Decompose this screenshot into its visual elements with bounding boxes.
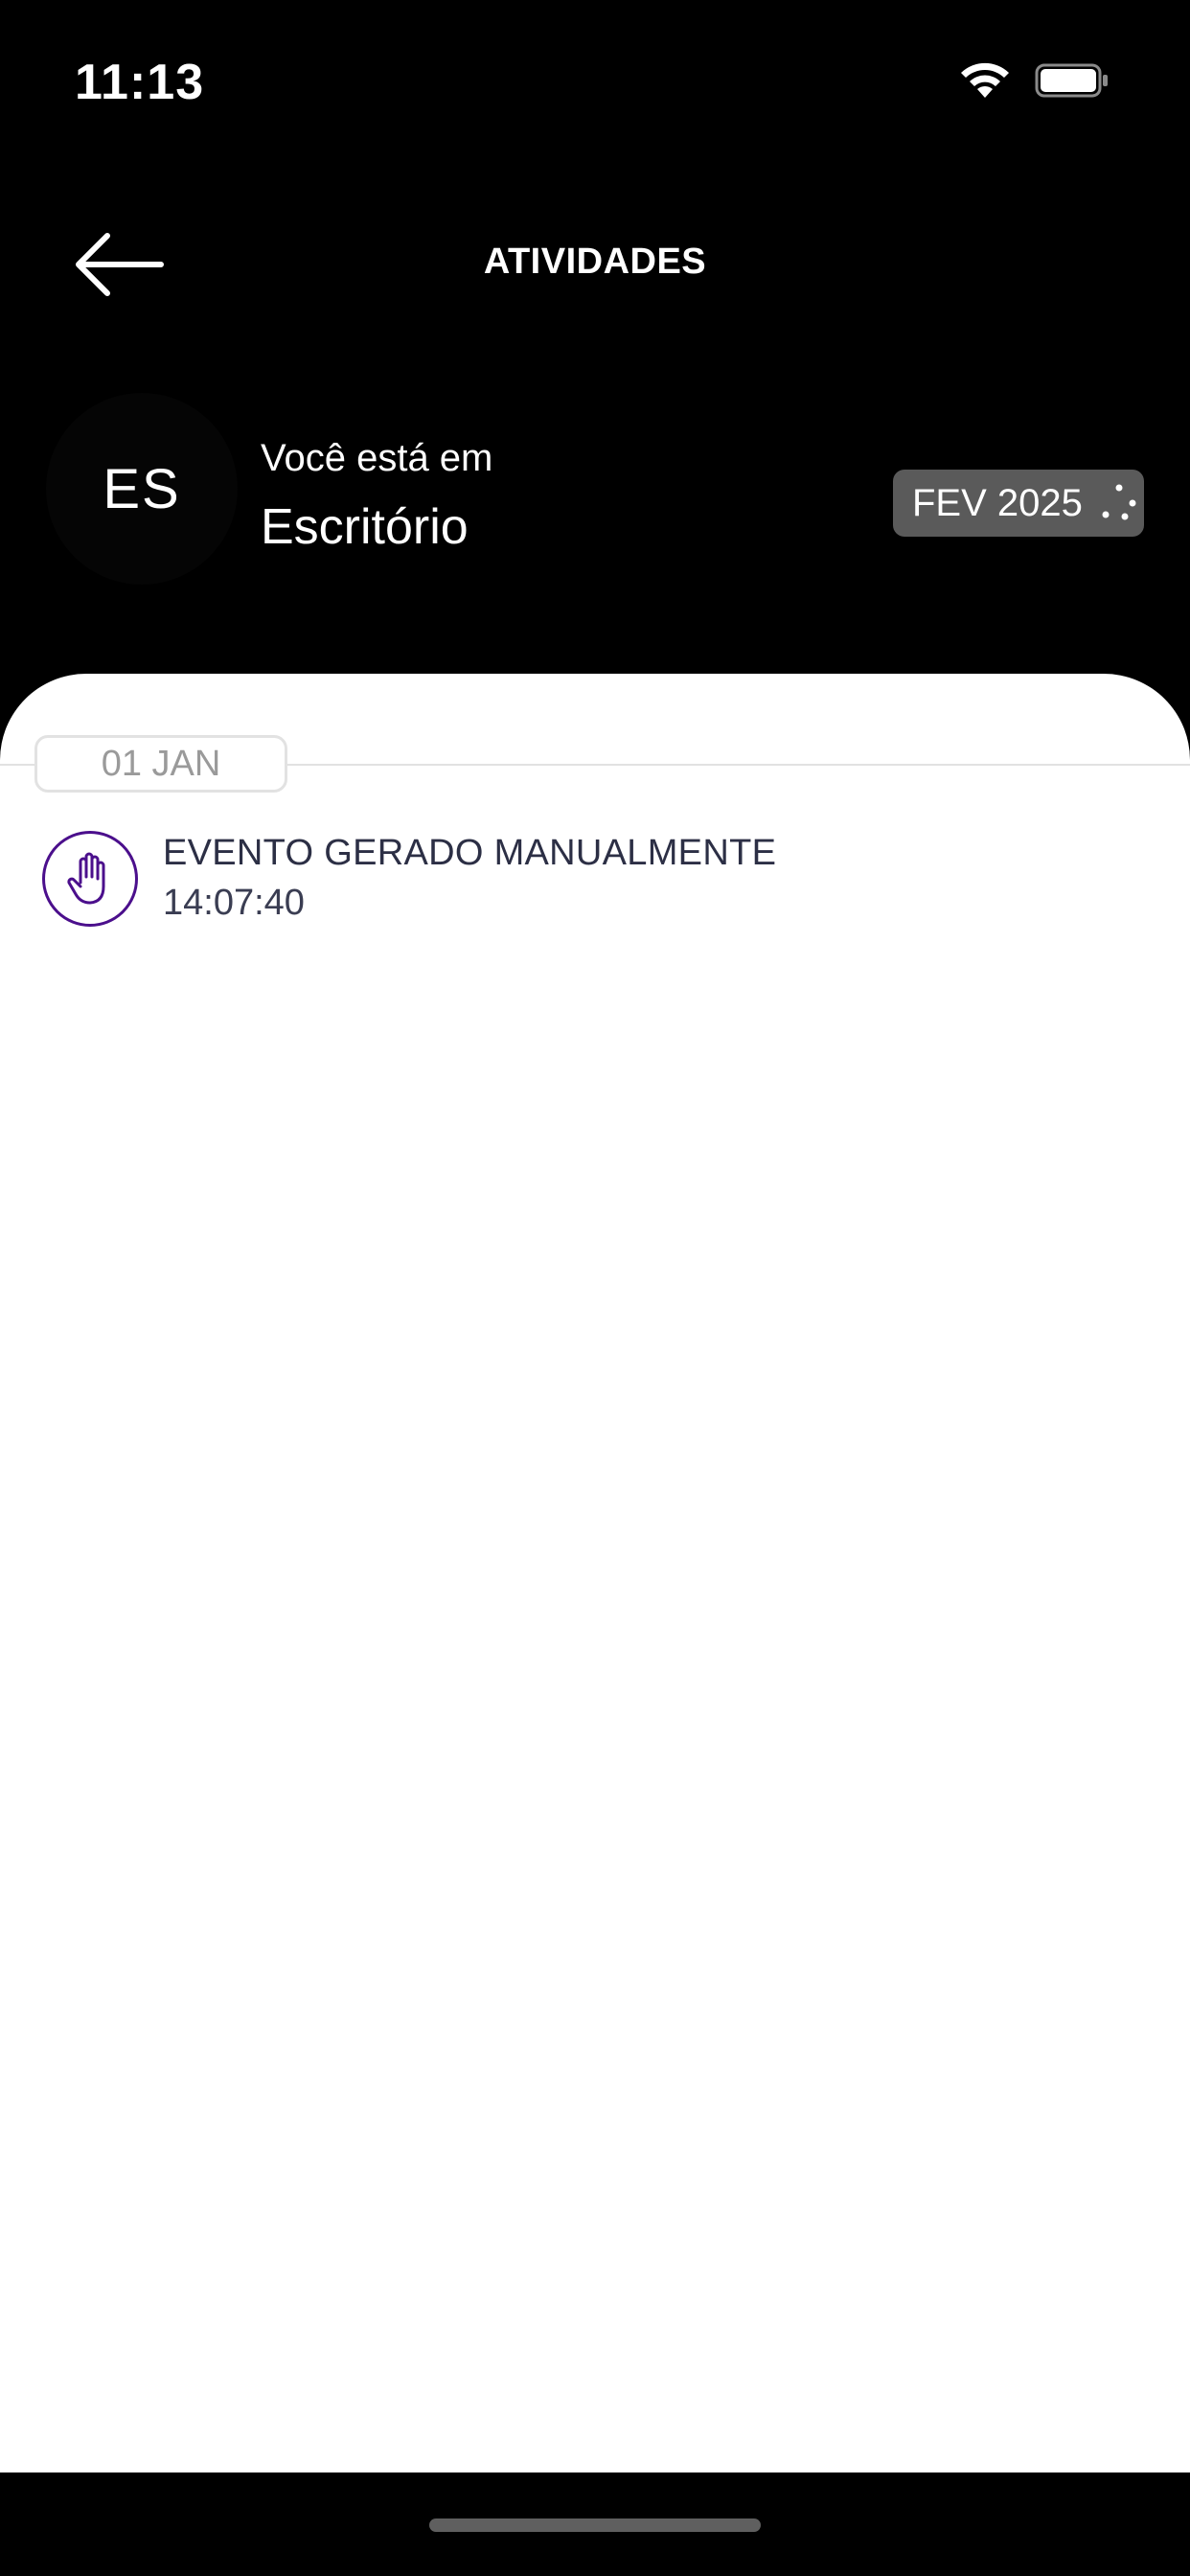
status-icons [958, 61, 1110, 104]
period-label: FEV 2025 [912, 481, 1083, 524]
location-avatar: ES [46, 393, 238, 585]
location-caption: Você está em [261, 437, 493, 479]
period-selector-button[interactable]: FEV 2025 [893, 470, 1144, 537]
activity-list-item[interactable]: EVENTO GERADO MANUALMENTE 14:07:40 [0, 823, 1190, 938]
page-title: ATIVIDADES [483, 242, 707, 282]
location-name: Escritório [261, 499, 469, 555]
date-chip: 01 JAN [34, 735, 287, 793]
home-indicator[interactable] [429, 2518, 761, 2532]
event-title: EVENTO GERADO MANUALMENTE [163, 833, 777, 873]
battery-icon [1035, 63, 1110, 103]
event-time: 14:07:40 [163, 883, 305, 923]
loading-dots-icon [1098, 482, 1140, 524]
hand-icon [42, 831, 138, 927]
status-time: 11:13 [75, 55, 205, 110]
wifi-icon [958, 61, 1012, 104]
activity-sheet: 01 JAN EVENTO GERADO MANUALMENTE 14:07:4… [0, 674, 1190, 2472]
status-bar: 11:13 [0, 0, 1190, 153]
